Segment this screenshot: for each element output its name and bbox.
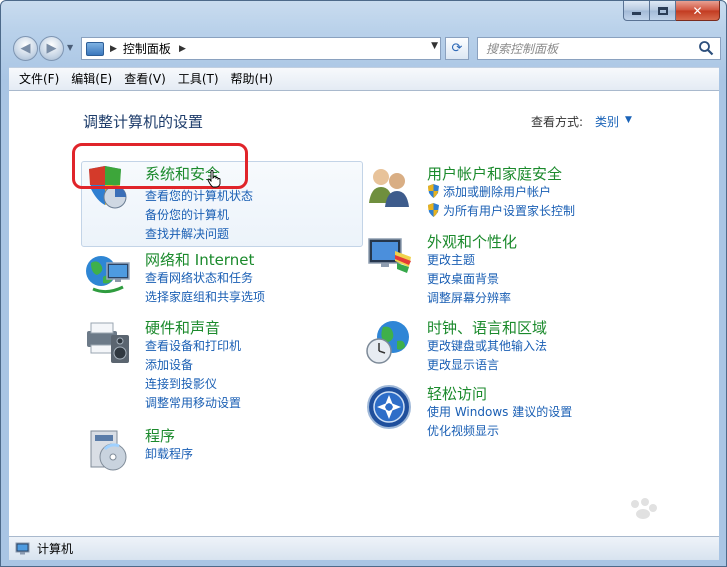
control-panel-icon bbox=[86, 41, 104, 56]
menu-view[interactable]: 查看(V) bbox=[118, 68, 172, 90]
view-by-label: 查看方式: bbox=[531, 115, 584, 129]
category-appearance[interactable]: 外观和个性化 更改主题 更改桌面背景 调整屏幕分辨率 bbox=[365, 231, 665, 305]
view-by-chevron-icon[interactable]: ▼ bbox=[625, 115, 632, 125]
computer-icon bbox=[15, 542, 30, 555]
category-link[interactable]: 连接到投影仪 bbox=[145, 375, 217, 392]
network-globe-icon bbox=[86, 256, 130, 294]
category-title[interactable]: 时钟、语言和区域 bbox=[427, 317, 547, 338]
category-title[interactable]: 硬件和声音 bbox=[145, 317, 220, 338]
programs-disc-icon bbox=[90, 430, 127, 471]
minimize-icon bbox=[632, 12, 641, 15]
address-dropdown-icon[interactable]: ▼ bbox=[431, 41, 438, 51]
category-link[interactable]: 更改键盘或其他输入法 bbox=[427, 337, 547, 354]
search-icon[interactable] bbox=[698, 40, 714, 56]
category-link[interactable]: 更改主题 bbox=[427, 251, 475, 268]
category-title[interactable]: 外观和个性化 bbox=[427, 231, 517, 252]
window-controls: ✕ bbox=[623, 1, 720, 21]
search-input[interactable]: 搜索控制面板 bbox=[486, 40, 558, 57]
breadcrumb-control-panel[interactable]: 控制面板 bbox=[123, 40, 171, 57]
refresh-button[interactable]: ⟳ bbox=[445, 37, 469, 60]
category-link[interactable]: 查看您的计算机状态 bbox=[145, 187, 253, 204]
explorer-window: ✕ ◀ ▶ ▼ ▶ 控制面板 ▶ ▼ ⟳ 搜索控制面板 文件(F) 编辑(E) … bbox=[0, 0, 727, 567]
baidu-watermark bbox=[557, 496, 717, 556]
refresh-icon: ⟳ bbox=[451, 41, 463, 56]
back-arrow-icon: ◀ bbox=[20, 41, 31, 56]
breadcrumb-separator-icon[interactable]: ▶ bbox=[179, 44, 186, 54]
category-link[interactable]: 添加或删除用户帐户 bbox=[427, 183, 551, 200]
address-bar[interactable]: ▶ 控制面板 ▶ ▼ bbox=[81, 37, 441, 60]
category-link[interactable]: 更改桌面背景 bbox=[427, 270, 499, 287]
category-title[interactable]: 轻松访问 bbox=[427, 383, 487, 404]
page-title: 调整计算机的设置 bbox=[83, 113, 204, 131]
close-icon: ✕ bbox=[692, 3, 703, 18]
status-text: 计算机 bbox=[37, 542, 74, 556]
forward-button[interactable]: ▶ bbox=[39, 36, 64, 61]
maximize-icon bbox=[657, 6, 668, 15]
category-title[interactable]: 用户帐户和家庭安全 bbox=[427, 163, 562, 184]
category-link-text[interactable]: 添加或删除用户帐户 bbox=[443, 185, 551, 199]
forward-arrow-icon: ▶ bbox=[46, 41, 57, 56]
category-link[interactable]: 优化视频显示 bbox=[427, 422, 499, 439]
monitor-palette-icon bbox=[368, 238, 411, 273]
category-link[interactable]: 添加设备 bbox=[145, 356, 193, 373]
close-button[interactable]: ✕ bbox=[676, 1, 720, 21]
category-title[interactable]: 程序 bbox=[145, 425, 175, 446]
menu-bar: 文件(F) 编辑(E) 查看(V) 工具(T) 帮助(H) bbox=[9, 67, 719, 91]
paw-icon bbox=[631, 498, 657, 519]
category-link[interactable]: 调整屏幕分辨率 bbox=[427, 289, 511, 306]
recent-pages-dropdown-icon[interactable]: ▼ bbox=[67, 43, 73, 52]
category-link[interactable]: 调整常用移动设置 bbox=[145, 394, 241, 411]
minimize-button[interactable] bbox=[623, 1, 650, 21]
category-link[interactable]: 备份您的计算机 bbox=[145, 206, 229, 223]
menu-edit[interactable]: 编辑(E) bbox=[65, 68, 118, 90]
category-link[interactable]: 为所有用户设置家长控制 bbox=[427, 202, 575, 219]
menu-tools[interactable]: 工具(T) bbox=[172, 68, 225, 90]
category-ease-of-access[interactable]: 轻松访问 使用 Windows 建议的设置 优化视频显示 bbox=[365, 383, 665, 443]
category-hardware-sound[interactable]: 硬件和声音 查看设备和打印机 添加设备 连接到投影仪 调整常用移动设置 bbox=[83, 317, 363, 410]
navigation-bar: ◀ ▶ ▼ ▶ 控制面板 ▶ ▼ ⟳ 搜索控制面板 bbox=[9, 35, 721, 61]
category-link[interactable]: 选择家庭组和共享选项 bbox=[145, 288, 265, 305]
category-link[interactable]: 查看设备和打印机 bbox=[145, 337, 241, 354]
uac-shield-icon bbox=[428, 203, 439, 217]
search-box[interactable]: 搜索控制面板 bbox=[477, 37, 721, 60]
back-button[interactable]: ◀ bbox=[13, 36, 38, 61]
category-link[interactable]: 卸载程序 bbox=[145, 445, 193, 462]
category-user-accounts[interactable]: 用户帐户和家庭安全 添加或删除用户帐户 为所有用户设置家长控制 bbox=[365, 163, 665, 223]
breadcrumb-separator-icon[interactable]: ▶ bbox=[110, 44, 117, 54]
category-network-internet[interactable]: 网络和 Internet 查看网络状态和任务 选择家庭组和共享选项 bbox=[83, 249, 363, 309]
annotation-highlight-ring bbox=[72, 143, 248, 189]
category-link[interactable]: 查找并解决问题 bbox=[145, 225, 229, 242]
ease-of-access-icon bbox=[367, 385, 411, 429]
content-area: 调整计算机的设置 查看方式: 类别 ▼ 系统和安全 查看您的计算机状态 备份您的… bbox=[9, 91, 719, 536]
category-programs[interactable]: 程序 卸载程序 bbox=[83, 425, 363, 475]
menu-file[interactable]: 文件(F) bbox=[13, 68, 65, 90]
users-icon bbox=[369, 169, 409, 207]
globe-clock-icon bbox=[366, 321, 409, 364]
hand-cursor-icon bbox=[207, 170, 221, 188]
view-by-dropdown[interactable]: 类别 bbox=[595, 113, 619, 130]
category-link[interactable]: 查看网络状态和任务 bbox=[145, 269, 253, 286]
category-clock-language-region[interactable]: 时钟、语言和区域 更改键盘或其他输入法 更改显示语言 bbox=[365, 317, 665, 377]
printer-speaker-icon bbox=[87, 322, 129, 363]
category-link-text[interactable]: 为所有用户设置家长控制 bbox=[443, 204, 575, 218]
category-link[interactable]: 使用 Windows 建议的设置 bbox=[427, 403, 572, 420]
category-title[interactable]: 网络和 Internet bbox=[145, 249, 254, 270]
uac-shield-icon bbox=[428, 184, 439, 198]
maximize-button[interactable] bbox=[650, 1, 676, 21]
menu-help[interactable]: 帮助(H) bbox=[225, 68, 279, 90]
category-link[interactable]: 更改显示语言 bbox=[427, 356, 499, 373]
